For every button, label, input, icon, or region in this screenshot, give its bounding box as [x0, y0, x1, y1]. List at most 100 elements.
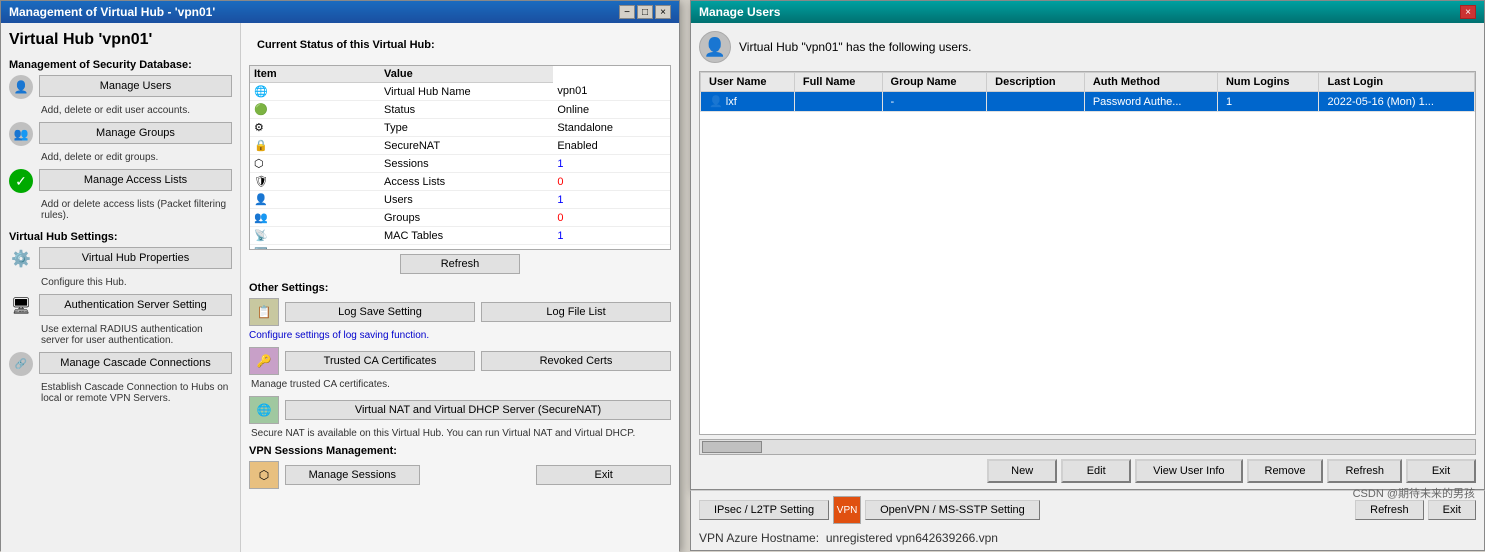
manage-sessions-button[interactable]: Manage Sessions [285, 465, 420, 485]
horizontal-scrollbar[interactable] [699, 439, 1476, 455]
status-icon-mac: 📡 [250, 227, 380, 245]
security-label: Management of Security Database: [9, 59, 232, 71]
manage-users-block: 👤 Manage Users Add, delete or edit user … [9, 75, 232, 116]
other-settings-label: Other Settings: [249, 282, 671, 294]
openvpn-setting-button[interactable]: OpenVPN / MS-SSTP Setting [865, 500, 1040, 520]
user-cell-0-1 [794, 92, 882, 112]
status-label-groups: Groups [380, 209, 553, 227]
manage-access-button[interactable]: Manage Access Lists [39, 169, 232, 191]
securenat-icon: 🌐 [249, 396, 279, 424]
col-num-logins: Num Logins [1217, 73, 1319, 92]
users-close-button[interactable]: × [1460, 5, 1476, 19]
status-icon-users: 👤 [250, 191, 380, 209]
col-description: Description [987, 73, 1085, 92]
minimize-button[interactable]: − [619, 5, 635, 19]
manage-groups-content: Manage Groups Add, delete or edit groups… [39, 122, 232, 163]
edit-user-button[interactable]: Edit [1061, 459, 1131, 483]
status-value-access: 0 [553, 173, 670, 191]
users-exit-button[interactable]: Exit [1406, 459, 1476, 483]
status-icon-hub: 🌐 [250, 83, 380, 101]
cascade-content: Manage Cascade Connections Establish Cas… [39, 352, 232, 404]
main-exit-button[interactable]: Exit [536, 465, 671, 485]
status-icon-online: 🟢 [250, 101, 380, 119]
status-label-hub: Virtual Hub Name [380, 83, 553, 101]
status-label: Current Status of this Virtual Hub: [249, 31, 671, 59]
hub-title: Virtual Hub 'vpn01' [9, 31, 232, 49]
status-label-ip: IP Tables [380, 245, 553, 251]
col-group-name: Group Name [882, 73, 987, 92]
manage-access-desc: Add or delete access lists (Packet filte… [39, 199, 232, 221]
log-desc: Configure settings of log saving functio… [249, 330, 671, 341]
status-label-type: Type [380, 119, 553, 137]
status-value-users: 1 [553, 191, 670, 209]
vpn-azure-label: VPN Azure Hostname: [699, 531, 819, 545]
view-info-button[interactable]: View User Info [1135, 459, 1242, 483]
manage-users-content: Manage Users Add, delete or edit user ac… [39, 75, 232, 116]
cascade-button[interactable]: Manage Cascade Connections [39, 352, 232, 374]
status-icon-access: 🛡 [250, 173, 380, 191]
status-value-mac: 1 [553, 227, 670, 245]
status-label-securenat: SecureNAT [380, 137, 553, 155]
bottom-exit-button[interactable]: Exit [1428, 500, 1476, 520]
manage-access-content: Manage Access Lists Add or delete access… [39, 169, 232, 221]
log-file-button[interactable]: Log File List [481, 302, 671, 322]
new-user-button[interactable]: New [987, 459, 1057, 483]
auth-server-desc: Use external RADIUS authentication serve… [39, 324, 232, 346]
status-value-type: Standalone [553, 119, 670, 137]
users-body: 👤 Virtual Hub "vpn01" has the following … [691, 23, 1484, 491]
securenat-button[interactable]: Virtual NAT and Virtual DHCP Server (Sec… [285, 400, 671, 420]
auth-server-button[interactable]: Authentication Server Setting [39, 294, 232, 316]
auth-server-content: Authentication Server Setting Use extern… [39, 294, 232, 346]
scrollbar-thumb [702, 441, 762, 453]
ipsec-setting-button[interactable]: IPsec / L2TP Setting [699, 500, 829, 520]
status-value-securenat: Enabled [553, 137, 670, 155]
access-icon: ✓ [9, 169, 33, 193]
log-icon: 📋 [249, 298, 279, 326]
status-icon-type: ⚙ [250, 119, 380, 137]
certs-buttons-row: 🔑 Trusted CA Certificates Revoked Certs [249, 347, 671, 375]
cascade-desc: Establish Cascade Connection to Hubs on … [39, 382, 232, 404]
cert-icon: 🔑 [249, 347, 279, 375]
status-value-hub: vpn01 [553, 83, 670, 101]
auth-server-action: Authentication Server Setting [39, 294, 232, 316]
securenat-desc: Secure NAT is available on this Virtual … [249, 428, 671, 439]
bottom-refresh-button[interactable]: Refresh [1355, 500, 1424, 520]
status-icon-ip: 🔢 [250, 245, 380, 251]
status-value-ip: 2 [553, 245, 670, 251]
revoked-certs-button[interactable]: Revoked Certs [481, 351, 671, 371]
trusted-certs-button[interactable]: Trusted CA Certificates [285, 351, 475, 371]
users-title-bar: Manage Users × [691, 1, 1484, 23]
auth-server-block: 🖥 Authentication Server Setting Use exte… [9, 294, 232, 346]
status-refresh-button[interactable]: Refresh [400, 254, 521, 274]
col-full-name: Full Name [794, 73, 882, 92]
manage-access-block: ✓ Manage Access Lists Add or delete acce… [9, 169, 232, 221]
openvpn-icon: VPN [833, 496, 861, 524]
manage-groups-desc: Add, delete or edit groups. [39, 152, 232, 163]
right-panel: Current Status of this Virtual Hub: Item… [241, 23, 679, 552]
trusted-desc: Manage trusted CA certificates. [249, 379, 671, 390]
user-cell-0-3 [987, 92, 1085, 112]
watermark: CSDN @期待未来的男孩 [1353, 485, 1475, 501]
main-window-title: Management of Virtual Hub - 'vpn01' [9, 5, 215, 19]
remove-user-button[interactable]: Remove [1247, 459, 1324, 483]
status-icon-securenat: 🔒 [250, 137, 380, 155]
maximize-button[interactable]: □ [637, 5, 653, 19]
hub-properties-button[interactable]: Virtual Hub Properties [39, 247, 232, 269]
user-cell-0-0: 👤 lxf [701, 92, 795, 112]
manage-groups-button[interactable]: Manage Groups [39, 122, 232, 144]
log-buttons-row: 📋 Log Save Setting Log File List [249, 298, 671, 326]
title-bar-buttons: − □ × [619, 5, 671, 19]
sessions-row: ⬡ Manage Sessions Exit [249, 461, 671, 489]
user-row-0[interactable]: 👤 lxf-Password Authe...12022-05-16 (Mon)… [701, 92, 1475, 112]
users-footer: New Edit View User Info Remove Refresh E… [699, 459, 1476, 483]
users-refresh-button[interactable]: Refresh [1327, 459, 1402, 483]
user-icon: 👤 [9, 75, 33, 99]
main-content: Virtual Hub 'vpn01' Management of Securi… [1, 23, 679, 552]
manage-users-button[interactable]: Manage Users [39, 75, 232, 97]
close-button[interactable]: × [655, 5, 671, 19]
manage-users-action: Manage Users [39, 75, 232, 97]
openvpn-group: VPN OpenVPN / MS-SSTP Setting [833, 496, 1040, 524]
status-label-online: Status [380, 101, 553, 119]
vpn-sessions-label: VPN Sessions Management: [249, 445, 671, 457]
log-save-button[interactable]: Log Save Setting [285, 302, 475, 322]
